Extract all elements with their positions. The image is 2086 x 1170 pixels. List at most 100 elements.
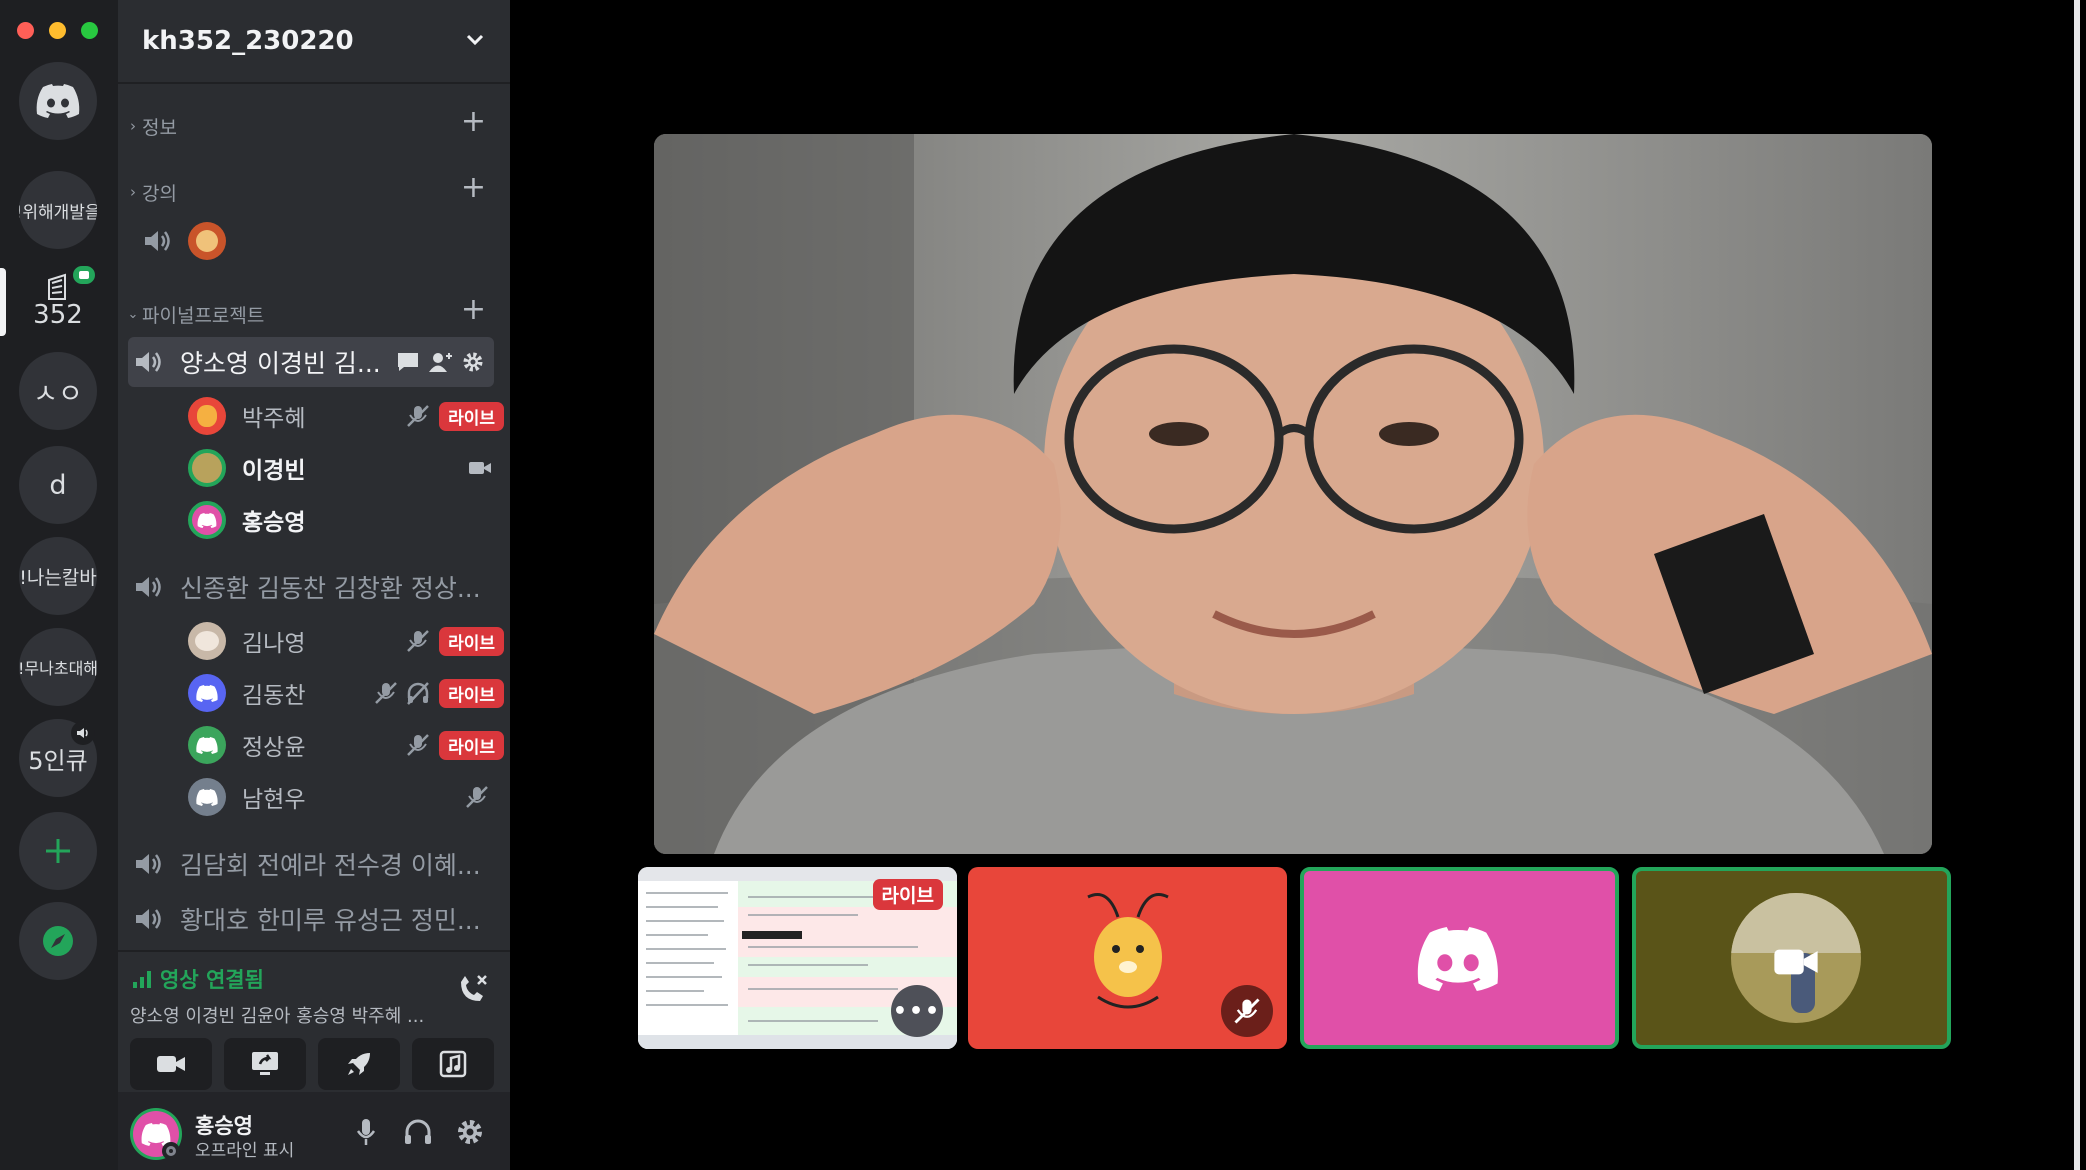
voice-member[interactable]: 박주혜 라이브 xyxy=(188,393,504,439)
server-icon-3[interactable]: ㅅㅇ xyxy=(19,352,97,430)
chevron-right-icon: › xyxy=(130,183,136,201)
member-name: 홍승영 xyxy=(242,510,306,536)
participant-tile-speaking[interactable] xyxy=(1632,867,1951,1049)
signal-icon xyxy=(133,971,151,988)
user-status: 오프라인 표시 xyxy=(195,1141,295,1161)
deafen-button[interactable] xyxy=(400,1114,436,1150)
chevron-down-icon: ⌄ xyxy=(127,306,139,322)
server-label: 5인큐 xyxy=(28,746,88,775)
voice-channel[interactable]: 김담회 전예라 전수경 이혜... xyxy=(128,839,494,889)
gear-icon xyxy=(458,1120,482,1144)
chat-icon[interactable] xyxy=(396,351,420,373)
screen-share-button[interactable] xyxy=(224,1038,306,1090)
chevron-down-icon xyxy=(466,34,484,46)
speaker-icon xyxy=(128,905,168,933)
create-channel-button[interactable]: + xyxy=(461,104,486,139)
spotlight-video[interactable] xyxy=(654,134,1932,854)
server-icon-6[interactable]: !무나초대해 xyxy=(19,628,97,706)
live-badge: 라이브 xyxy=(439,626,504,656)
channel-sidebar: kh352_230220 › 정보 + › 강의 + ⌄ 파이널프로젝트 + 양… xyxy=(118,0,510,1170)
webcam-feed xyxy=(654,134,1932,854)
voice-member[interactable]: 남현우 xyxy=(188,774,504,820)
voice-channel[interactable]: 신종환 김동찬 김창환 정상... xyxy=(128,562,494,612)
avatar xyxy=(188,674,226,712)
voice-member[interactable]: 김나영 라이브 xyxy=(188,618,504,664)
category-lecture[interactable]: › 강의 + xyxy=(124,170,504,210)
speaker-icon xyxy=(128,850,168,878)
create-channel-button[interactable]: + xyxy=(461,292,486,327)
member-name: 이경빈 xyxy=(242,458,306,484)
voice-member[interactable]: 홍승영 xyxy=(188,497,504,543)
voice-member[interactable]: 이경빈 xyxy=(188,445,504,491)
disconnect-icon[interactable] xyxy=(456,972,490,1006)
server-icon-4[interactable]: d xyxy=(19,446,97,524)
soundboard-button[interactable] xyxy=(412,1038,494,1090)
camera-button[interactable] xyxy=(130,1038,212,1090)
connected-members: 양소영 이경빈 김윤아 홍승영 박주혜 ... xyxy=(130,1006,425,1027)
add-server-button[interactable] xyxy=(19,812,97,890)
server-label: !위해개발을 xyxy=(19,202,97,223)
server-header[interactable]: kh352_230220 xyxy=(118,0,510,84)
member-name: 박주혜 xyxy=(242,406,306,432)
server-label: d xyxy=(49,469,67,501)
close-window-button[interactable] xyxy=(17,22,34,39)
speaker-icon xyxy=(71,721,95,745)
gear-icon[interactable] xyxy=(462,351,484,373)
window-edge xyxy=(2074,0,2080,1170)
activities-button[interactable] xyxy=(318,1038,400,1090)
mic-button[interactable] xyxy=(348,1114,384,1150)
screen-share-icon xyxy=(252,1052,278,1075)
user-panel: 홍승영 오프라인 표시 xyxy=(118,1092,510,1170)
voice-member[interactable]: 정상윤 라이브 xyxy=(188,722,504,768)
maximize-window-button[interactable] xyxy=(81,22,98,39)
category-final-project[interactable]: ⌄ 파이널프로젝트 + xyxy=(124,292,504,332)
lecture-voice-channel[interactable] xyxy=(142,222,226,260)
participant-tile-screenshare[interactable]: 라이브 ••• xyxy=(638,867,957,1049)
participant-tile-speaking[interactable] xyxy=(1300,867,1619,1049)
live-badge: 라이브 xyxy=(872,879,943,910)
server-icon-5[interactable]: !나는칼바 xyxy=(19,537,97,615)
mic-muted-icon xyxy=(1234,998,1260,1024)
live-badge: 라이브 xyxy=(439,401,504,431)
speaker-icon xyxy=(145,231,170,251)
video-icon xyxy=(469,462,491,474)
participant-tile[interactable] xyxy=(968,867,1287,1049)
voice-channel[interactable]: 황대호 한미루 유성근 정민... xyxy=(128,894,494,944)
avatar xyxy=(188,449,226,487)
member-name: 정상윤 xyxy=(242,735,306,761)
cartoon-avatar-icon xyxy=(1087,893,1169,1009)
category-name: 강의 xyxy=(142,182,177,205)
mic-muted-icon xyxy=(466,786,488,808)
mic-muted-icon xyxy=(407,405,429,427)
server-label: !나는칼바 xyxy=(19,566,97,589)
voice-channel-active[interactable]: 양소영 이경빈 김... xyxy=(128,337,494,387)
channel-name: 신종환 김동찬 김창환 정상... xyxy=(180,574,481,603)
server-name: kh352_230220 xyxy=(142,26,354,56)
avatar xyxy=(188,622,226,660)
user-settings-button[interactable] xyxy=(452,1114,488,1150)
more-options-button[interactable]: ••• xyxy=(891,985,943,1037)
member-name: 김나영 xyxy=(242,631,306,657)
speaker-icon xyxy=(128,348,168,376)
channel-name: 황대호 한미루 유성근 정민... xyxy=(180,906,481,935)
connection-status[interactable]: 영상 연결됨 xyxy=(132,964,264,994)
explore-servers-button[interactable] xyxy=(19,902,97,980)
minimize-window-button[interactable] xyxy=(49,22,66,39)
video-icon xyxy=(1774,949,1818,975)
chevron-right-icon: › xyxy=(130,117,136,135)
create-channel-button[interactable]: + xyxy=(461,170,486,205)
selected-server-indicator xyxy=(0,268,6,336)
mic-muted-icon xyxy=(407,734,429,756)
category-info[interactable]: › 정보 + xyxy=(124,104,504,144)
avatar xyxy=(188,501,226,539)
server-icon-1[interactable]: !위해개발을 xyxy=(19,171,97,249)
channel-name: 김담회 전예라 전수경 이혜... xyxy=(180,851,481,880)
server-label: ㅅㅇ xyxy=(33,378,83,410)
invite-icon[interactable] xyxy=(428,351,454,373)
call-stage: 라이브 ••• xyxy=(510,0,2080,1170)
avatar xyxy=(188,726,226,764)
mic-muted-icon xyxy=(375,682,397,704)
voice-member[interactable]: 김동찬 라이브 xyxy=(188,670,504,716)
home-button[interactable] xyxy=(19,62,97,140)
headphones-muted-icon xyxy=(407,682,429,705)
